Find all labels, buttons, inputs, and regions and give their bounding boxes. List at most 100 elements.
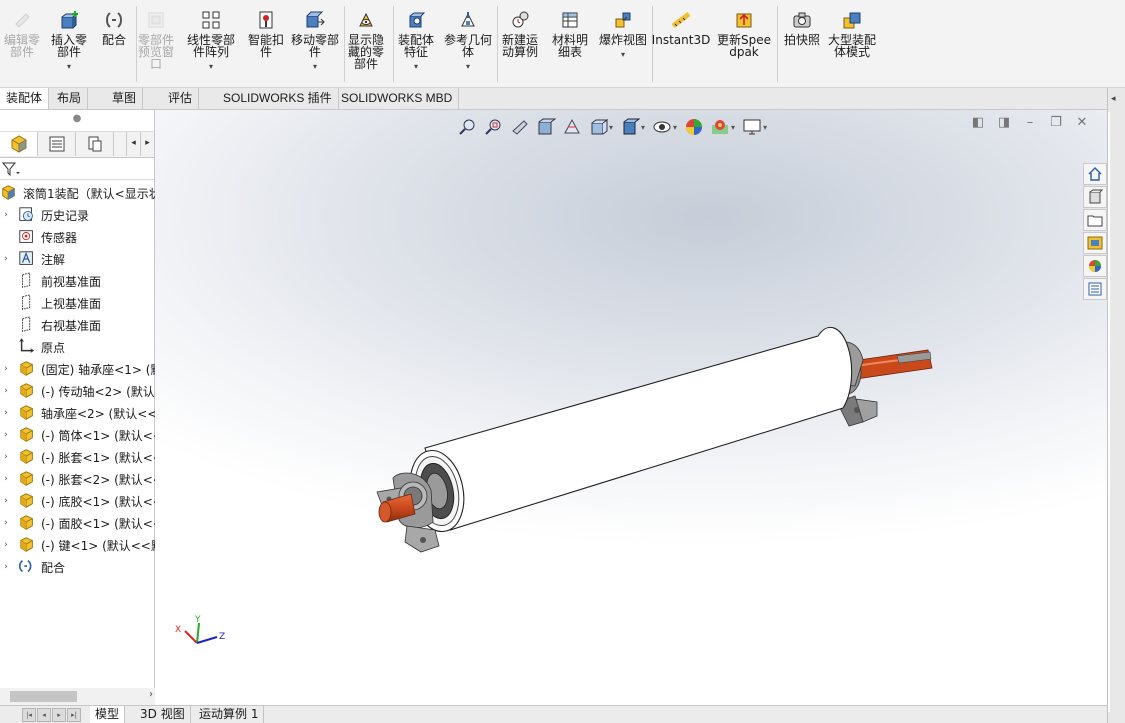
expand-arrow-icon[interactable]: › (0, 364, 12, 374)
expand-arrow-icon[interactable]: › (0, 408, 12, 418)
tree-item[interactable]: › (固定) 轴承座<1> (默 (0, 358, 155, 380)
tp-home[interactable] (1083, 163, 1107, 185)
part-icon (20, 515, 33, 530)
tree-item[interactable]: › (-) 传动轴<2> (默认< (0, 380, 155, 402)
expand-arrow-icon[interactable]: › (0, 452, 12, 462)
graphics-area[interactable]: ▾ ▾ ▾ ▾ ▾ ◧ ◨ – ❐ ✕ X Y Z (155, 110, 1107, 705)
ribbon-button-update-speedpak[interactable]: 更新Speedpak (715, 10, 773, 58)
tree-item[interactable]: › (-) 键<1> (默认<<默 (0, 534, 155, 556)
command-tab[interactable]: SOLIDWORKS MBD (335, 88, 460, 109)
ribbon-button-take-snapshot[interactable]: 拍快照 (780, 10, 824, 46)
chevron-down-icon[interactable]: ▾ (313, 61, 317, 73)
tree-horizontal-scrollbar[interactable]: › (0, 688, 155, 705)
tree-filter[interactable] (0, 158, 154, 180)
solidworks-window: 编辑零部件 插入零部件 ▾ 配合 零部件预览窗口 线性零部件阵列 ▾ 智能扣件 移动零部件 ▾ 显示… (0, 0, 1125, 723)
command-tab[interactable]: 评估 (162, 88, 200, 109)
ribbon-button-large-assembly[interactable]: 大型装配体模式 (828, 10, 876, 58)
expand-arrow-icon[interactable]: › (0, 430, 12, 440)
tree-item[interactable]: 前视基准面 (0, 270, 155, 292)
expand-arrow-icon[interactable]: › (0, 210, 12, 220)
ribbon-button-smart-fasteners[interactable]: 智能扣件 (243, 10, 289, 58)
tab-feature-manager[interactable] (0, 132, 38, 156)
feature-manager-icon (11, 135, 26, 153)
tree-item[interactable]: › (-) 底胶<1> (默认<< (0, 490, 155, 512)
expand-arrow-icon[interactable]: › (0, 518, 12, 528)
chevron-down-icon[interactable]: ▾ (209, 61, 213, 73)
ribbon-button-label: 新建运动算例 (501, 33, 538, 59)
tree-item[interactable]: › (-) 胀套<2> (默认<< (0, 468, 155, 490)
command-tab[interactable]: 布局 (51, 88, 89, 109)
chevron-down-icon[interactable]: ▾ (621, 49, 625, 61)
part-icon (20, 427, 33, 442)
command-tab[interactable]: SOLIDWORKS 插件 (217, 88, 339, 109)
chevron-down-icon[interactable]: ▾ (466, 61, 470, 73)
scroll-right-icon[interactable]: › (149, 689, 153, 700)
roller-assembly-model[interactable] (155, 110, 1107, 705)
reference-geometry-icon (461, 12, 475, 27)
tree-item[interactable]: › 配合 (0, 556, 155, 578)
tree-item[interactable]: 上视基准面 (0, 292, 155, 314)
tree-item[interactable]: › 轴承座<2> (默认<<默 (0, 402, 155, 424)
tab-configuration-manager[interactable] (76, 132, 114, 156)
ribbon-button-exploded-view[interactable]: 爆炸视图 ▾ (598, 10, 648, 61)
tree-item[interactable]: 传感器 (0, 226, 155, 248)
tree-root-assembly[interactable]: 滚筒1装配（默认<显示状 (0, 182, 155, 204)
ribbon-button-label: 拍快照 (783, 33, 820, 47)
ribbon-button-show-hidden[interactable]: 显示隐藏的零部件 (343, 10, 389, 70)
nav-first-icon[interactable]: |◂ (22, 708, 36, 722)
annotations-icon (19, 251, 33, 265)
smart-fasteners-icon (259, 11, 273, 29)
expand-arrow-icon[interactable]: › (0, 386, 12, 396)
bottom-tab[interactable]: 模型 (90, 706, 126, 723)
expand-arrow-icon[interactable]: › (0, 562, 12, 572)
part-icon (20, 537, 33, 552)
ribbon-button-new-motion-study[interactable]: 新建运动算例 (497, 10, 543, 58)
tree-item[interactable]: › (-) 筒体<1> (默认<< (0, 424, 155, 446)
panel-tabs-next[interactable]: ▸ (140, 132, 154, 156)
panel-tabs-prev[interactable]: ◂ (126, 132, 140, 156)
expand-arrow-icon[interactable]: › (0, 540, 12, 550)
ribbon-button-edit-component[interactable]: 编辑零部件 (0, 10, 44, 58)
tp-custom-properties[interactable] (1083, 278, 1107, 300)
tab-property-manager[interactable] (38, 132, 76, 156)
command-tab[interactable]: 草图 (106, 88, 144, 109)
tp-file-explorer[interactable] (1083, 232, 1107, 254)
ribbon-button-linear-pattern[interactable]: 线性零部件阵列 ▾ (183, 10, 239, 73)
tp-appearances[interactable] (1083, 255, 1107, 277)
tree-item[interactable]: 原点 (0, 336, 155, 358)
ribbon-button-assembly-features[interactable]: 装配体特征 ▾ (393, 10, 439, 73)
ribbon-button-component-preview[interactable]: 零部件预览窗口 (133, 10, 179, 70)
ribbon-button-reference-geometry[interactable]: 参考几何体 ▾ (443, 10, 493, 73)
ribbon-button-label: 配合 (101, 33, 126, 47)
bottom-tab[interactable]: 运动算例 1 (194, 706, 265, 723)
nav-prev-icon[interactable]: ◂ (37, 708, 51, 722)
tree-item[interactable]: › (-) 胀套<1> (默认<< (0, 446, 155, 468)
roller-drum[interactable] (403, 326, 853, 536)
tree-item[interactable]: 右视基准面 (0, 314, 155, 336)
property-manager-icon (49, 136, 64, 152)
chevron-down-icon[interactable]: ▾ (414, 61, 418, 73)
command-tab[interactable]: 装配体 (0, 88, 50, 109)
scrollbar-thumb[interactable] (10, 691, 77, 702)
expand-arrow-icon[interactable]: › (0, 254, 12, 264)
tree-item[interactable]: › 历史记录 (0, 204, 155, 226)
ribbon-button-insert-components[interactable]: 插入零部件 ▾ (46, 10, 92, 73)
ribbon-button-instant3d[interactable]: Instant3D (650, 10, 712, 46)
task-pane-toggle-icon[interactable]: ◂ (1111, 94, 1116, 104)
nav-next-icon[interactable]: ▸ (52, 708, 66, 722)
bottom-tab-bar: |◂ ◂ ▸ ▸| 模型 3D 视图 运动算例 1 (0, 705, 1107, 723)
bottom-tab[interactable]: 3D 视图 (135, 706, 191, 723)
ribbon-button-mate[interactable]: 配合 (96, 10, 132, 46)
ribbon-button-bill-of-materials[interactable]: 材料明细表 (547, 10, 593, 58)
tp-design-library[interactable] (1083, 209, 1107, 231)
expand-arrow-icon[interactable]: › (0, 496, 12, 506)
part-icon (20, 493, 33, 508)
tree-item[interactable]: › 注解 (0, 248, 155, 270)
tree-item[interactable]: › (-) 面胶<1> (默认<< (0, 512, 155, 534)
nav-last-icon[interactable]: ▸| (67, 708, 81, 722)
chevron-down-icon[interactable]: ▾ (67, 61, 71, 73)
expand-arrow-icon[interactable]: › (0, 474, 12, 484)
ribbon-button-move-component[interactable]: 移动零部件 ▾ (290, 10, 340, 73)
tp-resources[interactable] (1083, 186, 1107, 208)
panel-grip[interactable]: ● (0, 110, 154, 132)
